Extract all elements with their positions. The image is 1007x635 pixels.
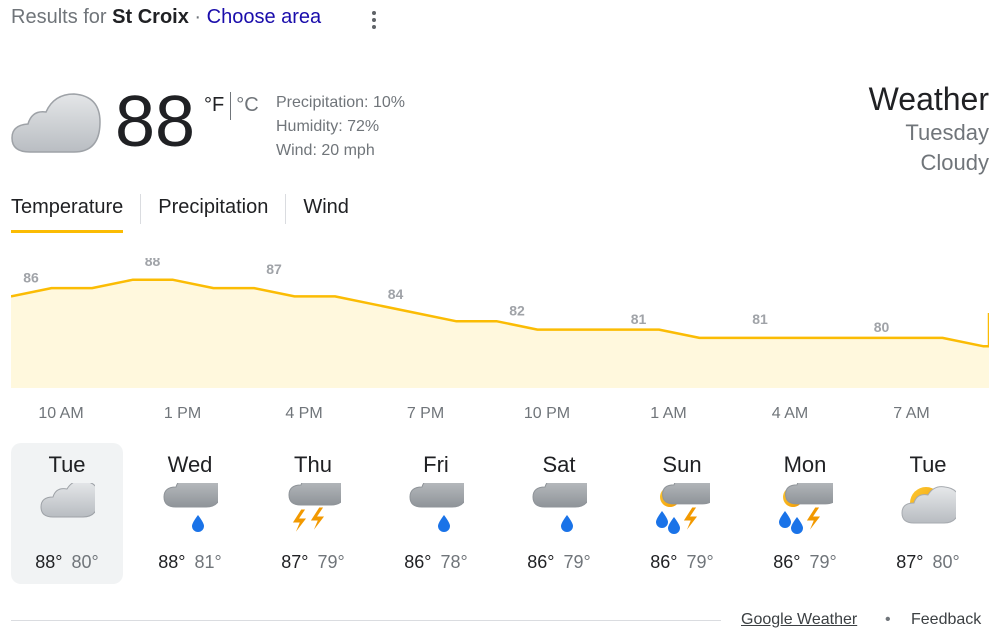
rain-icon xyxy=(162,470,223,539)
tab-precipitation[interactable]: Precipitation xyxy=(158,192,268,231)
unit-toggle: °F °C xyxy=(204,92,259,120)
low-temp: 79° xyxy=(686,552,714,572)
footer-divider xyxy=(11,620,721,621)
scattered-thunderstorm-icon xyxy=(777,468,842,539)
low-temp: 80° xyxy=(932,552,960,572)
temperature-label: 81 xyxy=(752,311,768,327)
high-temp: 87° xyxy=(896,552,924,572)
weather-title: Weather xyxy=(868,81,989,117)
humidity-value: Humidity: 72% xyxy=(276,118,380,135)
hour-labels: 10 AM 1 PM 4 PM 7 PM 10 PM 1 AM 4 AM 7 AM xyxy=(11,405,989,425)
day-temperatures: 86° 78° xyxy=(380,552,492,573)
day-name: Sat xyxy=(542,452,576,477)
day-temperatures: 86° 79° xyxy=(749,552,861,573)
day-name: Fri xyxy=(423,452,449,477)
low-temp: 79° xyxy=(317,552,345,572)
temperature-label: 84 xyxy=(388,286,404,302)
weather-day: Tuesday xyxy=(905,120,989,145)
footer-dot: • xyxy=(885,611,891,628)
day-name: Thu xyxy=(294,452,332,477)
forecast-day[interactable]: Fri 86° 78° xyxy=(380,443,492,584)
partly-cloudy-icon xyxy=(900,483,961,539)
choose-area-link[interactable]: Choose area xyxy=(207,6,322,28)
day-temperatures: 88° 81° xyxy=(134,552,246,573)
precipitation-value: Precipitation: 10% xyxy=(276,94,405,111)
separator: · xyxy=(188,6,207,28)
temperature-label: 81 xyxy=(631,311,647,327)
hour-label: 4 AM xyxy=(771,405,809,422)
hour-label: 1 PM xyxy=(163,405,202,422)
daily-forecast: Tue 88° 80° Wed 88° 81° Thu 87° 79° Fri 86° 78° Sat 8… xyxy=(11,443,989,585)
chart-tabs: Temperature Precipitation Wind xyxy=(11,192,349,233)
high-temp: 88° xyxy=(35,552,63,572)
forecast-day[interactable]: Sat 86° 79° xyxy=(503,443,615,584)
more-options-icon[interactable] xyxy=(364,8,384,32)
tab-temperature[interactable]: Temperature xyxy=(11,192,124,233)
temperature-area xyxy=(11,279,989,388)
temperature-label: 87 xyxy=(266,261,282,277)
tab-wind[interactable]: Wind xyxy=(303,192,349,231)
results-header: Results for St Croix · Choose area xyxy=(11,6,321,29)
results-prefix: Results for xyxy=(11,6,113,28)
day-temperatures: 86° 79° xyxy=(626,552,738,573)
temperature-label: 80 xyxy=(874,319,890,335)
high-temp: 86° xyxy=(773,552,801,572)
day-name: Tue xyxy=(909,452,947,477)
google-weather-link[interactable]: Google Weather xyxy=(741,611,857,629)
low-temp: 81° xyxy=(194,552,222,572)
forecast-day[interactable]: Wed 88° 81° xyxy=(134,443,246,584)
temperature-label: 88 xyxy=(145,258,161,269)
hour-label: 10 PM xyxy=(523,405,571,422)
high-temp: 86° xyxy=(650,552,678,572)
thunderstorm-icon xyxy=(285,468,348,539)
day-name: Wed xyxy=(167,452,213,477)
weather-summary: Weather Tuesday Cloudy xyxy=(869,80,989,178)
forecast-day[interactable]: Tue 88° 80° xyxy=(11,443,123,584)
low-temp: 79° xyxy=(563,552,591,572)
high-temp: 87° xyxy=(281,552,309,572)
high-temp: 86° xyxy=(404,552,432,572)
rain-icon xyxy=(531,470,592,539)
celsius-toggle[interactable]: °C xyxy=(236,94,258,117)
day-name: Sun xyxy=(662,452,702,477)
low-temp: 79° xyxy=(809,552,837,572)
cloud-icon xyxy=(11,93,101,153)
day-temperatures: 88° 80° xyxy=(11,552,123,573)
rain-icon xyxy=(408,470,469,539)
temperature-chart[interactable]: 86 88 87 84 82 81 81 80 xyxy=(11,258,989,388)
feedback-link[interactable]: Feedback xyxy=(911,611,981,629)
unit-divider xyxy=(230,92,232,120)
tab-divider xyxy=(140,194,142,224)
weather-condition: Cloudy xyxy=(920,150,989,175)
hour-label: 4 PM xyxy=(285,405,323,422)
day-name: Tue xyxy=(48,452,86,477)
forecast-day[interactable]: Mon 86° 79° xyxy=(749,443,861,584)
current-temperature: 88 xyxy=(115,82,196,162)
low-temp: 78° xyxy=(440,552,468,572)
high-temp: 86° xyxy=(527,552,555,572)
day-temperatures: 86° 79° xyxy=(503,552,615,573)
tab-divider xyxy=(285,194,287,224)
scattered-thunderstorm-icon xyxy=(654,468,719,539)
location-name: St Croix xyxy=(112,6,189,28)
temperature-label: 82 xyxy=(509,303,525,319)
hour-label: 7 AM xyxy=(893,405,930,422)
current-details: Precipitation: 10% Humidity: 72% Wind: 2… xyxy=(276,91,405,163)
forecast-day[interactable]: Sun 86° 79° xyxy=(626,443,738,584)
hour-label: 10 AM xyxy=(38,405,84,422)
hour-label: 7 PM xyxy=(406,405,445,422)
temperature-label: 86 xyxy=(23,269,39,285)
forecast-day[interactable]: Thu 87° 79° xyxy=(257,443,369,584)
day-temperatures: 87° 79° xyxy=(257,552,369,573)
high-temp: 88° xyxy=(158,552,186,572)
day-name: Mon xyxy=(783,452,827,477)
hour-label: 1 AM xyxy=(650,405,687,422)
low-temp: 80° xyxy=(71,552,99,572)
fahrenheit-toggle[interactable]: °F xyxy=(204,94,224,117)
day-temperatures: 87° 80° xyxy=(872,552,984,573)
forecast-day[interactable]: Tue 87° 80° xyxy=(872,443,984,584)
wind-value: Wind: 20 mph xyxy=(276,142,375,159)
cloud-icon xyxy=(39,480,100,539)
